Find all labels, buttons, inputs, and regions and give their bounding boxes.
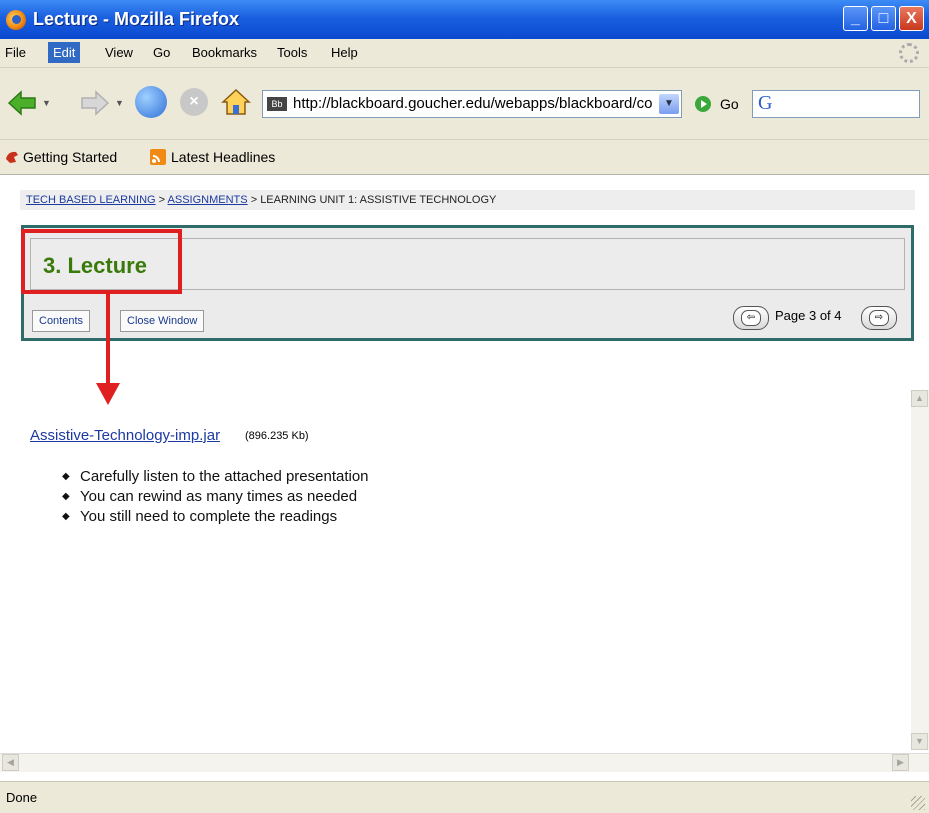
list-item: You can rewind as many times as needed: [62, 487, 369, 507]
attachment-link[interactable]: Assistive-Technology-imp.jar: [30, 427, 220, 444]
getting-started-icon: [6, 151, 18, 163]
scroll-left-icon[interactable]: ◀: [2, 754, 19, 771]
instruction-list: Carefully listen to the attached present…: [62, 467, 369, 527]
menu-edit[interactable]: Edit: [48, 42, 81, 63]
previous-page-button[interactable]: ⇦: [733, 306, 769, 330]
site-favicon-icon: Bb: [267, 97, 287, 111]
arrow-left-icon: ⇦: [741, 310, 761, 326]
scroll-down-icon[interactable]: ▼: [911, 733, 928, 750]
scroll-up-icon[interactable]: ▲: [911, 390, 928, 407]
breadcrumb-separator: >: [158, 194, 166, 206]
throbber-icon: [899, 43, 919, 63]
page-indicator: Page 3 of 4: [775, 308, 842, 323]
stop-icon[interactable]: ×: [180, 88, 208, 116]
reload-icon[interactable]: [135, 86, 167, 118]
go-icon[interactable]: [695, 96, 711, 112]
menu-bookmarks[interactable]: Bookmarks: [189, 45, 260, 60]
search-input[interactable]: G: [752, 90, 920, 118]
firefox-icon: [6, 10, 26, 30]
menu-tools[interactable]: Tools: [274, 45, 310, 60]
annotation-arrow-head-icon: [96, 383, 120, 405]
breadcrumb: TECH BASED LEARNING > ASSIGNMENTS > LEAR…: [20, 190, 915, 210]
attachment-size: (896.235 Kb): [245, 430, 309, 442]
resize-grip-icon[interactable]: [911, 796, 925, 810]
annotation-arrow-line: [106, 294, 110, 386]
annotation-highlight-box: [21, 229, 182, 294]
next-page-button[interactable]: ⇨: [861, 306, 897, 330]
breadcrumb-separator: >: [250, 194, 258, 206]
back-arrow-icon[interactable]: [7, 90, 37, 116]
breadcrumb-assignments[interactable]: ASSIGNMENTS: [168, 194, 248, 206]
go-button-label[interactable]: Go: [720, 96, 739, 112]
title-bar: Lecture - Mozilla Firefox _ □ X: [0, 0, 929, 39]
vertical-scrollbar[interactable]: ▲ ▼: [911, 390, 929, 750]
bookmark-getting-started[interactable]: Getting Started: [23, 149, 117, 165]
forward-dropdown-icon[interactable]: ▼: [115, 98, 124, 108]
bookmarks-toolbar: Getting Started Latest Headlines: [0, 140, 929, 175]
address-bar[interactable]: Bb http://blackboard.goucher.edu/webapps…: [262, 90, 682, 118]
close-button[interactable]: X: [899, 6, 924, 31]
bookmark-latest-headlines[interactable]: Latest Headlines: [171, 149, 275, 165]
home-icon[interactable]: [220, 86, 252, 118]
breadcrumb-current: LEARNING UNIT 1: ASSISTIVE TECHNOLOGY: [260, 194, 497, 206]
page-content: TECH BASED LEARNING > ASSIGNMENTS > LEAR…: [0, 175, 929, 753]
maximize-button[interactable]: □: [871, 6, 896, 31]
url-text[interactable]: http://blackboard.goucher.edu/webapps/bl…: [293, 95, 653, 112]
contents-button[interactable]: Contents: [32, 310, 91, 332]
horizontal-scrollbar[interactable]: ◀ ▶: [0, 753, 929, 772]
back-dropdown-icon[interactable]: ▼: [42, 98, 51, 108]
navigation-toolbar: ▼ ▼ × Bb http://blackboard.goucher.edu/w…: [0, 68, 929, 140]
menu-help[interactable]: Help: [328, 45, 361, 60]
list-item: You still need to complete the readings: [62, 507, 369, 527]
status-bar: Done: [0, 781, 929, 813]
google-g-icon: G: [758, 92, 773, 114]
pager: ⇦ Page 3 of 4 ⇨: [733, 304, 903, 334]
menu-view[interactable]: View: [102, 45, 136, 60]
breadcrumb-tech-based-learning[interactable]: TECH BASED LEARNING: [26, 194, 156, 206]
menu-file[interactable]: File: [2, 45, 29, 60]
status-text: Done: [6, 790, 38, 805]
minimize-button[interactable]: _: [843, 6, 868, 31]
menu-go[interactable]: Go: [150, 45, 173, 60]
url-dropdown-icon[interactable]: ▼: [659, 94, 679, 114]
scroll-right-icon[interactable]: ▶: [892, 754, 909, 771]
menu-bar: File Edit View Go Bookmarks Tools Help: [0, 39, 929, 68]
list-item: Carefully listen to the attached present…: [62, 467, 369, 487]
close-window-button[interactable]: Close Window: [120, 310, 205, 332]
forward-arrow-icon[interactable]: [80, 90, 110, 116]
window-title: Lecture - Mozilla Firefox: [33, 9, 240, 29]
rss-feed-icon: [150, 149, 166, 165]
arrow-right-icon: ⇨: [869, 310, 889, 326]
